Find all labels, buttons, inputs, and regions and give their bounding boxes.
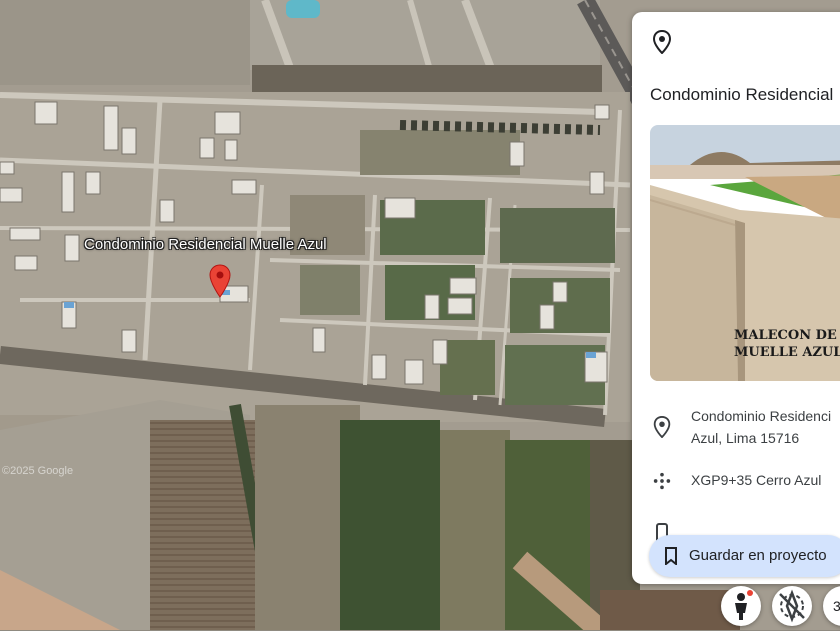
bookmark-icon bbox=[665, 547, 677, 565]
map-place-label[interactable]: Condominio Residencial Muelle Azul bbox=[84, 236, 327, 253]
globe-view-label: 3 bbox=[833, 598, 840, 614]
place-title: Condominio Residencial bbox=[650, 85, 834, 104]
address-line-2: Azul, Lima 15716 bbox=[691, 430, 800, 446]
compass-off-icon bbox=[779, 589, 805, 623]
location-pin-icon bbox=[653, 416, 671, 438]
photo-caption-2: MUELLE AZUL bbox=[734, 345, 840, 360]
map-pin-icon[interactable] bbox=[209, 264, 231, 298]
street-view-button[interactable] bbox=[721, 586, 761, 626]
plus-code-icon bbox=[653, 472, 671, 490]
photo-caption-1: MALECON DE bbox=[734, 328, 837, 343]
place-photo[interactable]: MALECON DE MUELLE AZUL bbox=[650, 125, 840, 381]
map-copyright: ©2025 Google bbox=[2, 465, 74, 477]
place-info-panel: Condominio Residencial MALECON DE MUELLE… bbox=[632, 12, 840, 584]
pegman-icon bbox=[735, 590, 753, 620]
pluscode-text: XGP9+35 Cerro Azul bbox=[691, 472, 822, 488]
save-button-label: Guardar en proyecto bbox=[689, 547, 827, 564]
compass-button[interactable] bbox=[772, 586, 812, 626]
save-to-project-button[interactable]: Guardar en proyecto bbox=[649, 535, 840, 577]
address-line-1: Condominio Residenci bbox=[691, 408, 832, 424]
location-pin-icon bbox=[652, 30, 672, 54]
